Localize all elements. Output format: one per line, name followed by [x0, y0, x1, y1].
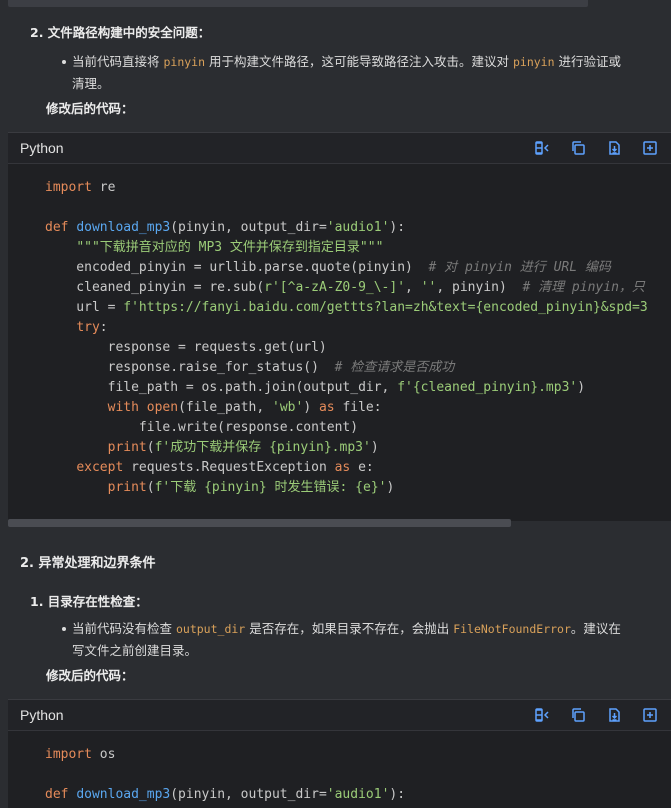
insert-icon[interactable]: [641, 706, 659, 724]
bullet-dot: [62, 59, 66, 64]
code-language: Python: [20, 140, 64, 156]
download-icon[interactable]: [605, 706, 623, 724]
modified-code-label: 修改后的代码：: [46, 668, 134, 683]
copy-icon[interactable]: [569, 706, 587, 724]
wrap-icon[interactable]: [533, 139, 551, 157]
code-block: Python import re def download_mp3(pinyin…: [8, 132, 671, 521]
code-content: import os def download_mp3(pinyin, outpu…: [45, 747, 406, 802]
code-toolbar: [533, 706, 659, 724]
code-block-2: Python import os def download_mp3(pinyin…: [8, 699, 671, 808]
code-language: Python: [20, 707, 64, 723]
inline-code: pinyin: [512, 55, 555, 69]
modified-code-label: 修改后的代码：: [46, 101, 134, 116]
code-header: Python: [8, 700, 671, 731]
bullet-dot: [62, 626, 66, 631]
section2: 2. 异常处理和边界条件 1. 目录存在性检查： 当前代码没有检查 output…: [0, 552, 671, 684]
insert-icon[interactable]: [641, 139, 659, 157]
bullet-text-cont: 写文件之前创建目录。: [72, 643, 198, 658]
code-horizontal-scrollbar[interactable]: [8, 519, 511, 527]
bullet-text: 当前代码直接将 pinyin 用于构建文件路径，这可能导致路径注入攻击。建议对 …: [0, 51, 671, 73]
bullet-text: 当前代码没有检查 output_dir 是否存在，如果目录不存在，会抛出 Fil…: [0, 618, 671, 640]
section1: 2. 文件路径构建中的安全问题： 当前代码直接将 pinyin 用于构建文件路径…: [0, 22, 671, 117]
inline-code: FileNotFoundError: [453, 622, 571, 636]
inline-code: pinyin: [163, 55, 206, 69]
section-heading: 2. 异常处理和边界条件: [20, 556, 156, 571]
inline-code: output_dir: [175, 622, 246, 636]
copy-icon[interactable]: [569, 139, 587, 157]
list-item-heading: 2. 文件路径构建中的安全问题：: [30, 25, 211, 40]
download-icon[interactable]: [605, 139, 623, 157]
code-content: import re def download_mp3(pinyin, outpu…: [45, 180, 648, 495]
code-toolbar: [533, 139, 659, 157]
bullet-text-cont: 清理。: [72, 76, 110, 91]
top-scrollbar[interactable]: [8, 0, 588, 7]
list-item-heading: 1. 目录存在性检查：: [30, 594, 148, 609]
code-header: Python: [8, 133, 671, 164]
wrap-icon[interactable]: [533, 706, 551, 724]
